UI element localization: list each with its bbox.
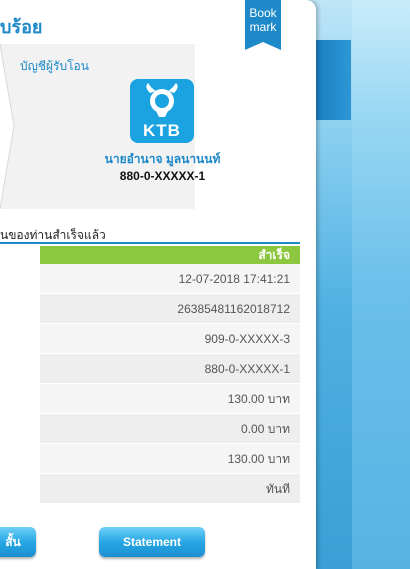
page-title: บร้อย — [0, 17, 43, 37]
recipient-account: 880-0-XXXXX-1 — [119, 169, 206, 183]
statement-button[interactable]: Statement — [99, 527, 205, 557]
row-reference: 26385481162018712 — [40, 294, 300, 324]
row-datetime: 12-07-2018 17:41:21 — [40, 264, 300, 294]
status-header: สำเร็จ — [40, 246, 300, 264]
row-timing: ทันที — [40, 474, 300, 504]
bookmark-line2: mark — [249, 20, 277, 34]
row-from-account: 909-0-XXXXX-3 — [40, 324, 300, 354]
bookmark-line1: Book — [249, 6, 277, 20]
row-total: 130.00 บาท — [40, 444, 300, 474]
panel-arrow-outline — [0, 44, 15, 209]
row-to-account: 880-0-XXXXX-1 — [40, 354, 300, 384]
ktb-bank-logo: KTB — [130, 79, 194, 143]
background-stripe — [315, 40, 351, 120]
recipient-name: นายอำนาจ มูลนานนท์ — [104, 152, 221, 166]
background-right — [352, 0, 410, 569]
bookmark-tab[interactable]: Book mark — [245, 0, 281, 50]
success-divider — [0, 242, 300, 244]
row-amount: 130.00 บาท — [40, 384, 300, 414]
confirmation-card: บร้อย Book mark บัญชีผู้รับโอน KTB นายอำ… — [0, 0, 316, 569]
row-fee: 0.00 บาท — [40, 414, 300, 444]
result-table: สำเร็จ 12-07-2018 17:41:21 2638548116201… — [40, 246, 300, 504]
result-rows: 12-07-2018 17:41:21 26385481162018712 90… — [40, 264, 300, 504]
recipient-label: บัญชีผู้รับโอน — [20, 59, 89, 73]
left-action-button[interactable]: สั้น — [0, 527, 36, 557]
ktb-logo-text: KTB — [143, 121, 181, 140]
